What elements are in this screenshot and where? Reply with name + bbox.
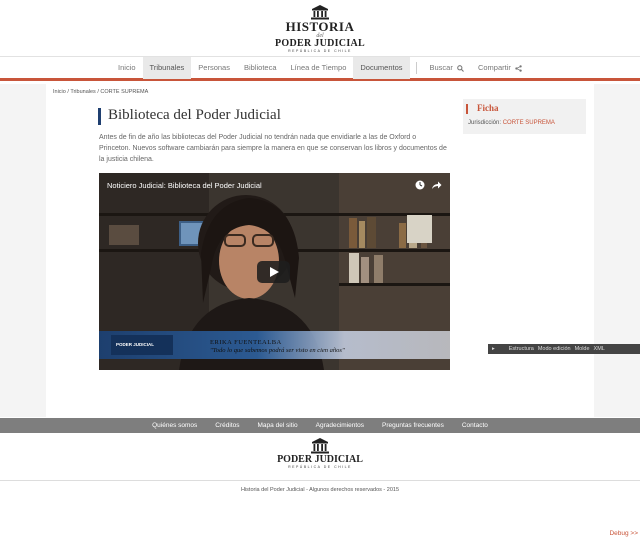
main-nav: Inicio Tribunales Personas Biblioteca Lí… xyxy=(0,56,640,81)
debug-link[interactable]: Debug >> xyxy=(609,530,638,537)
footer-link-mapa-del-sitio[interactable]: Mapa del sitio xyxy=(249,418,307,433)
play-button[interactable] xyxy=(257,261,290,283)
clock-icon[interactable] xyxy=(415,180,425,190)
courthouse-icon xyxy=(311,5,329,20)
search-icon xyxy=(457,64,464,72)
toolbar-modo-edicion[interactable]: Modo edición xyxy=(538,346,571,352)
nav-item-biblioteca[interactable]: Biblioteca xyxy=(237,57,284,79)
ficha-accent-bar xyxy=(466,104,468,114)
footer-nav: Quiénes somos Créditos Mapa del sitio Ag… xyxy=(0,418,640,433)
nav-search-label: Buscar xyxy=(429,63,453,72)
footer-link-preguntas-frecuentes[interactable]: Preguntas frecuentes xyxy=(373,418,453,433)
edit-toolbar: ▸ Estructura Modo edición Molde XML xyxy=(488,344,640,354)
copyright: Historia del Poder Judicial - Algunos de… xyxy=(240,487,400,493)
ficha-box: Ficha Jurisdicción: CORTE SUPREMA xyxy=(463,99,586,134)
logo-poder-judicial: PODER JUDICIAL xyxy=(274,38,366,49)
footer-divider xyxy=(0,480,640,481)
title-accent-bar xyxy=(98,108,101,125)
logo-historia: HISTORIA xyxy=(285,19,355,34)
page-title: Biblioteca del Poder Judicial xyxy=(108,107,281,123)
nav-item-linea-de-tiempo[interactable]: Línea de Tiempo xyxy=(284,57,354,79)
share-icon xyxy=(515,64,522,72)
video-title[interactable]: Noticiero Judicial: Biblioteca del Poder… xyxy=(107,181,262,190)
nav-search[interactable]: Buscar xyxy=(423,57,471,79)
breadcrumb[interactable]: Inicio / Tribunales / CORTE SUPREMA xyxy=(53,89,148,95)
footer-link-quienes-somos[interactable]: Quiénes somos xyxy=(143,418,206,433)
footer-logo[interactable]: PODER JUDICIAL REPÚBLICA DE CHILE xyxy=(0,437,640,469)
article-description: Antes de fin de año las bibliotecas del … xyxy=(99,134,447,163)
courthouse-icon xyxy=(311,438,329,454)
nav-item-documentos[interactable]: Documentos xyxy=(353,57,410,79)
nav-item-tribunales[interactable]: Tribunales xyxy=(142,57,192,79)
ficha-jurisdiccion: Jurisdicción: CORTE SUPREMA xyxy=(468,120,555,126)
footer-link-contacto[interactable]: Contacto xyxy=(453,418,497,433)
footer-logo-title: PODER JUDICIAL xyxy=(277,454,363,465)
nav-divider xyxy=(415,62,417,74)
ficha-heading: Ficha xyxy=(477,103,499,113)
site-logo[interactable]: HISTORIA del PODER JUDICIAL REPÚBLICA DE… xyxy=(0,4,640,53)
logo-republica: REPÚBLICA DE CHILE xyxy=(288,49,352,53)
ficha-jurisdiccion-link[interactable]: CORTE SUPREMA xyxy=(503,120,555,126)
nav-share[interactable]: Compartir xyxy=(471,57,529,79)
lower-third-quote: "Todo lo que sabemos podrá ser visto en … xyxy=(210,347,345,354)
footer-link-agradecimientos[interactable]: Agradecimientos xyxy=(307,418,373,433)
nav-item-inicio[interactable]: Inicio xyxy=(111,57,143,79)
lower-third-badge: PODER JUDICIAL xyxy=(111,335,173,355)
toolbar-estructura[interactable]: Estructura xyxy=(509,346,534,352)
video-player[interactable]: Noticiero Judicial: Biblioteca del Poder… xyxy=(99,173,450,370)
footer-logo-subtitle: REPÚBLICA DE CHILE xyxy=(288,465,352,469)
toolbar-molde[interactable]: Molde xyxy=(575,346,590,352)
toolbar-arrow-icon[interactable]: ▸ xyxy=(492,346,495,352)
lower-third-name: ERIKA FUENTEALBA xyxy=(210,339,282,346)
footer-link-creditos[interactable]: Créditos xyxy=(206,418,248,433)
site-header: HISTORIA del PODER JUDICIAL REPÚBLICA DE… xyxy=(0,0,640,56)
share-arrow-icon[interactable] xyxy=(431,180,442,190)
nav-share-label: Compartir xyxy=(477,63,511,72)
toolbar-xml[interactable]: XML xyxy=(594,346,605,352)
nav-item-personas[interactable]: Personas xyxy=(191,57,237,79)
ficha-label: Jurisdicción: xyxy=(468,120,502,126)
